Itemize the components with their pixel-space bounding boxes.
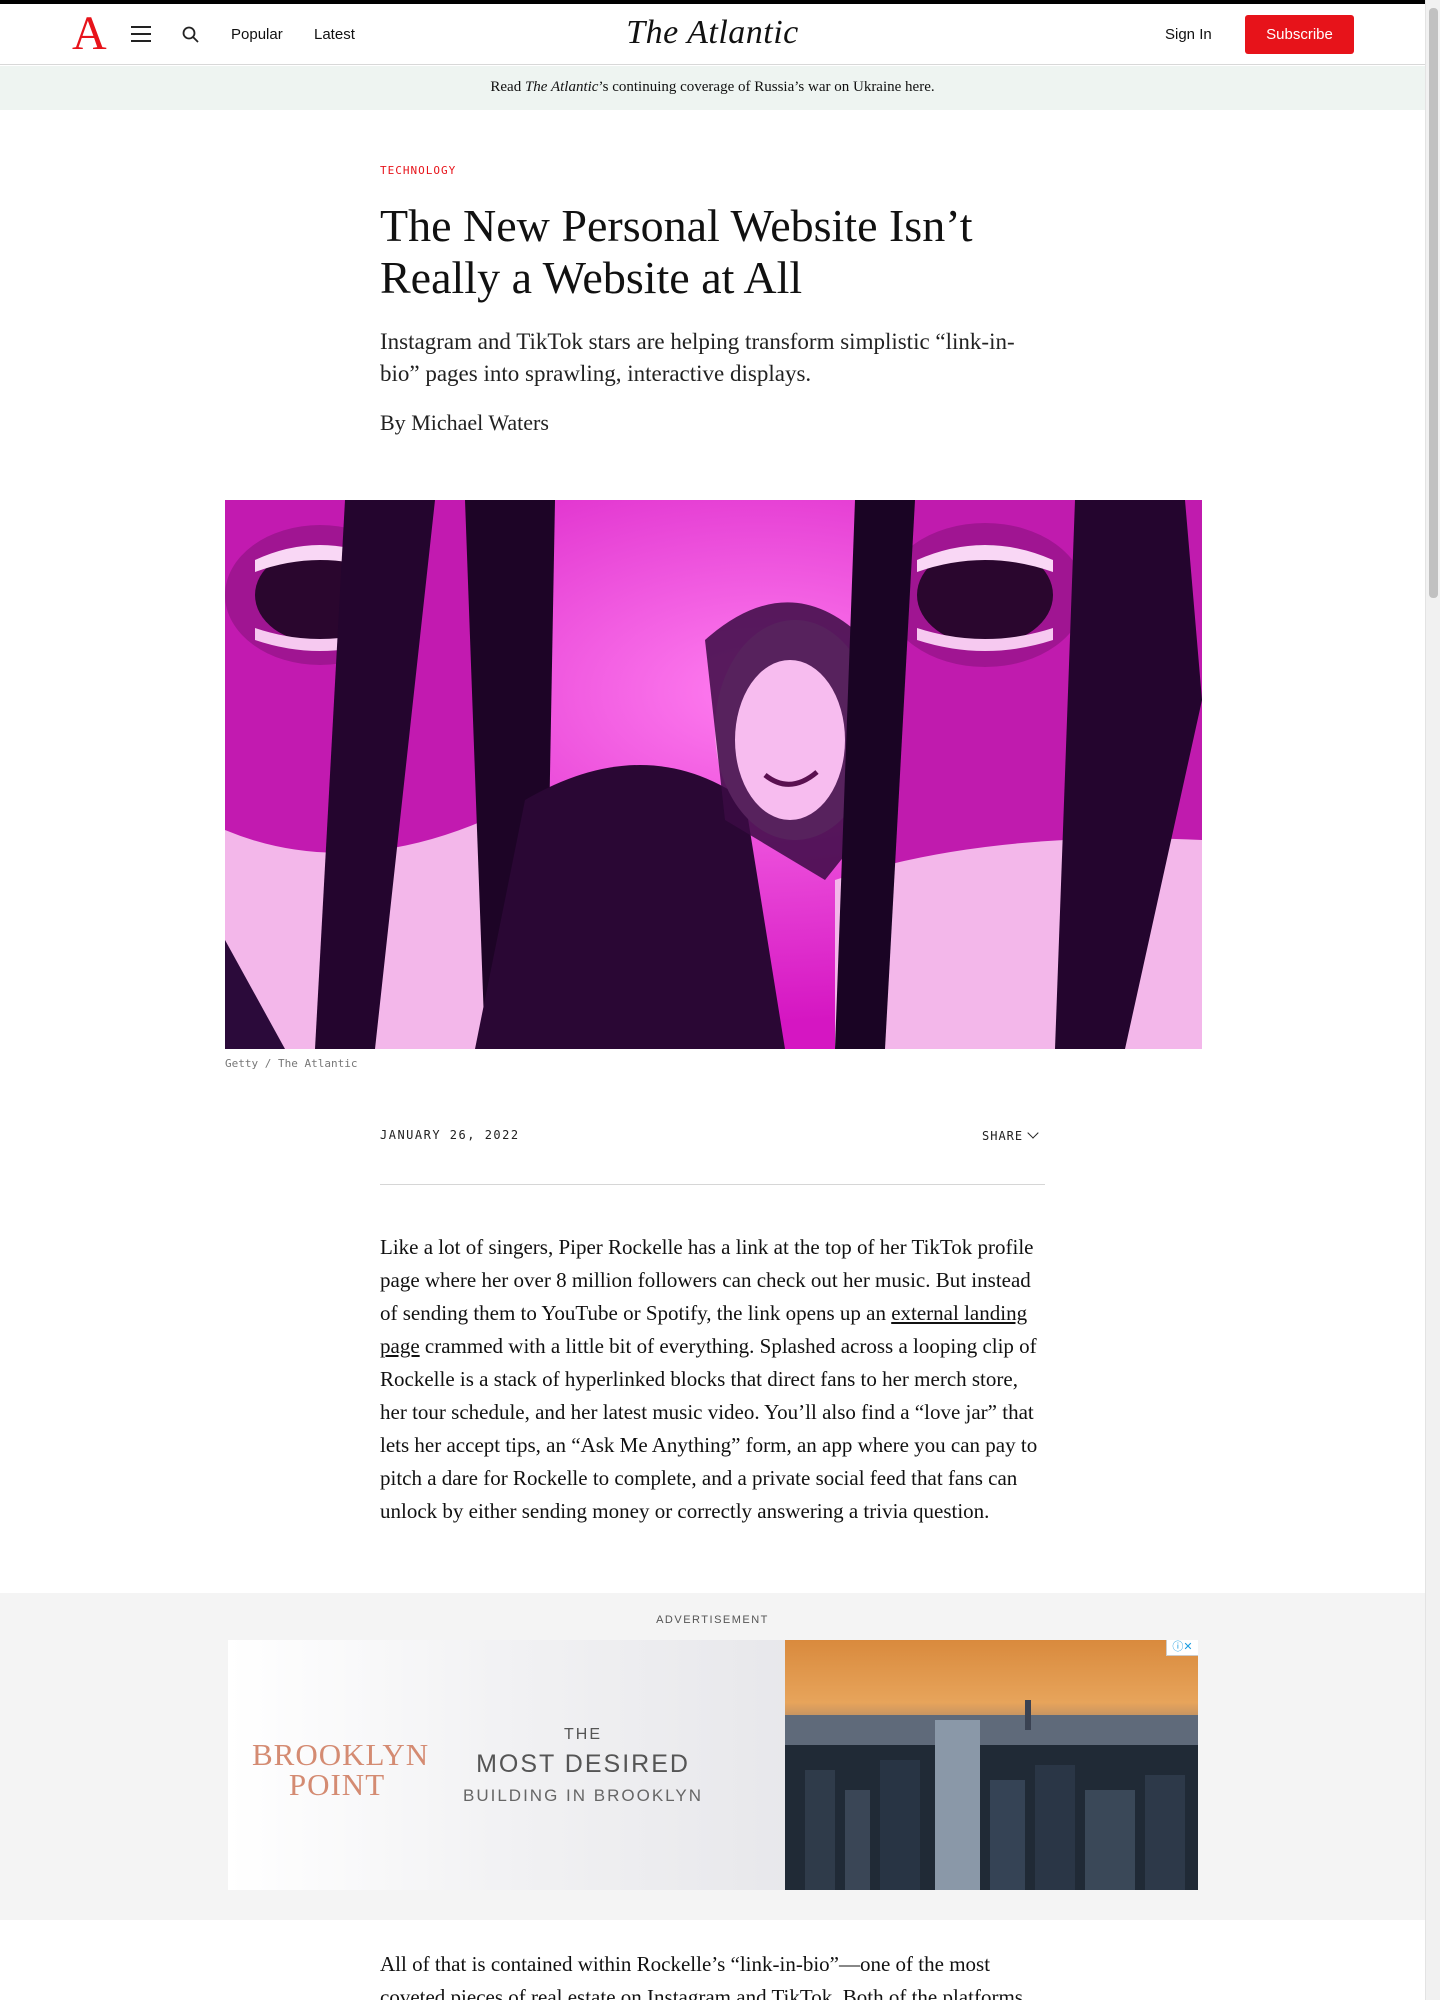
menu-icon[interactable] <box>131 26 151 42</box>
banner-suffix: ’s continuing coverage of Russia’s war o… <box>598 79 935 95</box>
publish-date: JANUARY 26, 2022 <box>380 1128 520 1142</box>
advertisement-banner[interactable]: BROOKLYN POINT THE MOST DESIRED BUILDING… <box>228 1640 1198 1890</box>
banner-publication: The Atlantic <box>524 79 599 95</box>
section-label[interactable]: TECHNOLOGY <box>380 164 456 177</box>
scrollbar-thumb[interactable] <box>1429 8 1438 598</box>
ad-brand-line: BROOKLYN <box>252 1737 430 1772</box>
divider <box>380 1184 1045 1185</box>
page-scrollbar[interactable] <box>1425 0 1440 2000</box>
article-paragraph: Like a lot of singers, Piper Rockelle ha… <box>380 1231 1045 1528</box>
paragraph-text: crammed with a little bit of everything.… <box>380 1334 1038 1523</box>
ukraine-coverage-banner[interactable]: Read The Atlantic’s continuing coverage … <box>0 66 1425 110</box>
search-icon[interactable] <box>182 26 200 44</box>
site-header: A Popular Latest The Atlantic Sign In Su… <box>0 4 1425 65</box>
nav-popular-link[interactable]: Popular <box>231 26 283 43</box>
ad-tagline-sub: BUILDING IN BROOKLYN <box>463 1786 703 1805</box>
subscribe-button[interactable]: Subscribe <box>1245 15 1354 54</box>
sign-in-link[interactable]: Sign In <box>1165 26 1212 43</box>
share-label: SHARE <box>982 1129 1024 1143</box>
ad-brand-logo: BROOKLYN POINT <box>252 1737 430 1802</box>
article-paragraph: All of that is contained within Rockelle… <box>380 1952 1023 2000</box>
ad-city-photo <box>785 1640 1198 1890</box>
article-headline: The New Personal Website Isn’t Really a … <box>380 200 973 303</box>
ad-info-icon[interactable]: ⓘ✕ <box>1166 1640 1198 1656</box>
banner-prefix: Read <box>490 79 525 95</box>
chevron-down-icon <box>1027 1127 1039 1139</box>
article-dek: Instagram and TikTok stars are helping t… <box>380 329 1015 386</box>
nav-latest-link[interactable]: Latest <box>314 26 355 43</box>
share-button[interactable]: SHARE <box>982 1127 1039 1143</box>
ad-label: ADVERTISEMENT <box>656 1614 769 1626</box>
atlantic-logo[interactable]: A <box>72 10 107 58</box>
byline: By Michael Waters <box>380 410 549 436</box>
author-link[interactable]: Michael Waters <box>411 410 549 435</box>
lead-image <box>225 500 1202 1049</box>
ad-tagline-main: MOST DESIRED <box>476 1750 690 1778</box>
ad-brand-line: POINT <box>288 1767 386 1802</box>
image-credit: Getty / The Atlantic <box>225 1057 358 1070</box>
byline-prefix: By <box>380 410 412 435</box>
ad-tagline-the: THE <box>564 1726 602 1743</box>
